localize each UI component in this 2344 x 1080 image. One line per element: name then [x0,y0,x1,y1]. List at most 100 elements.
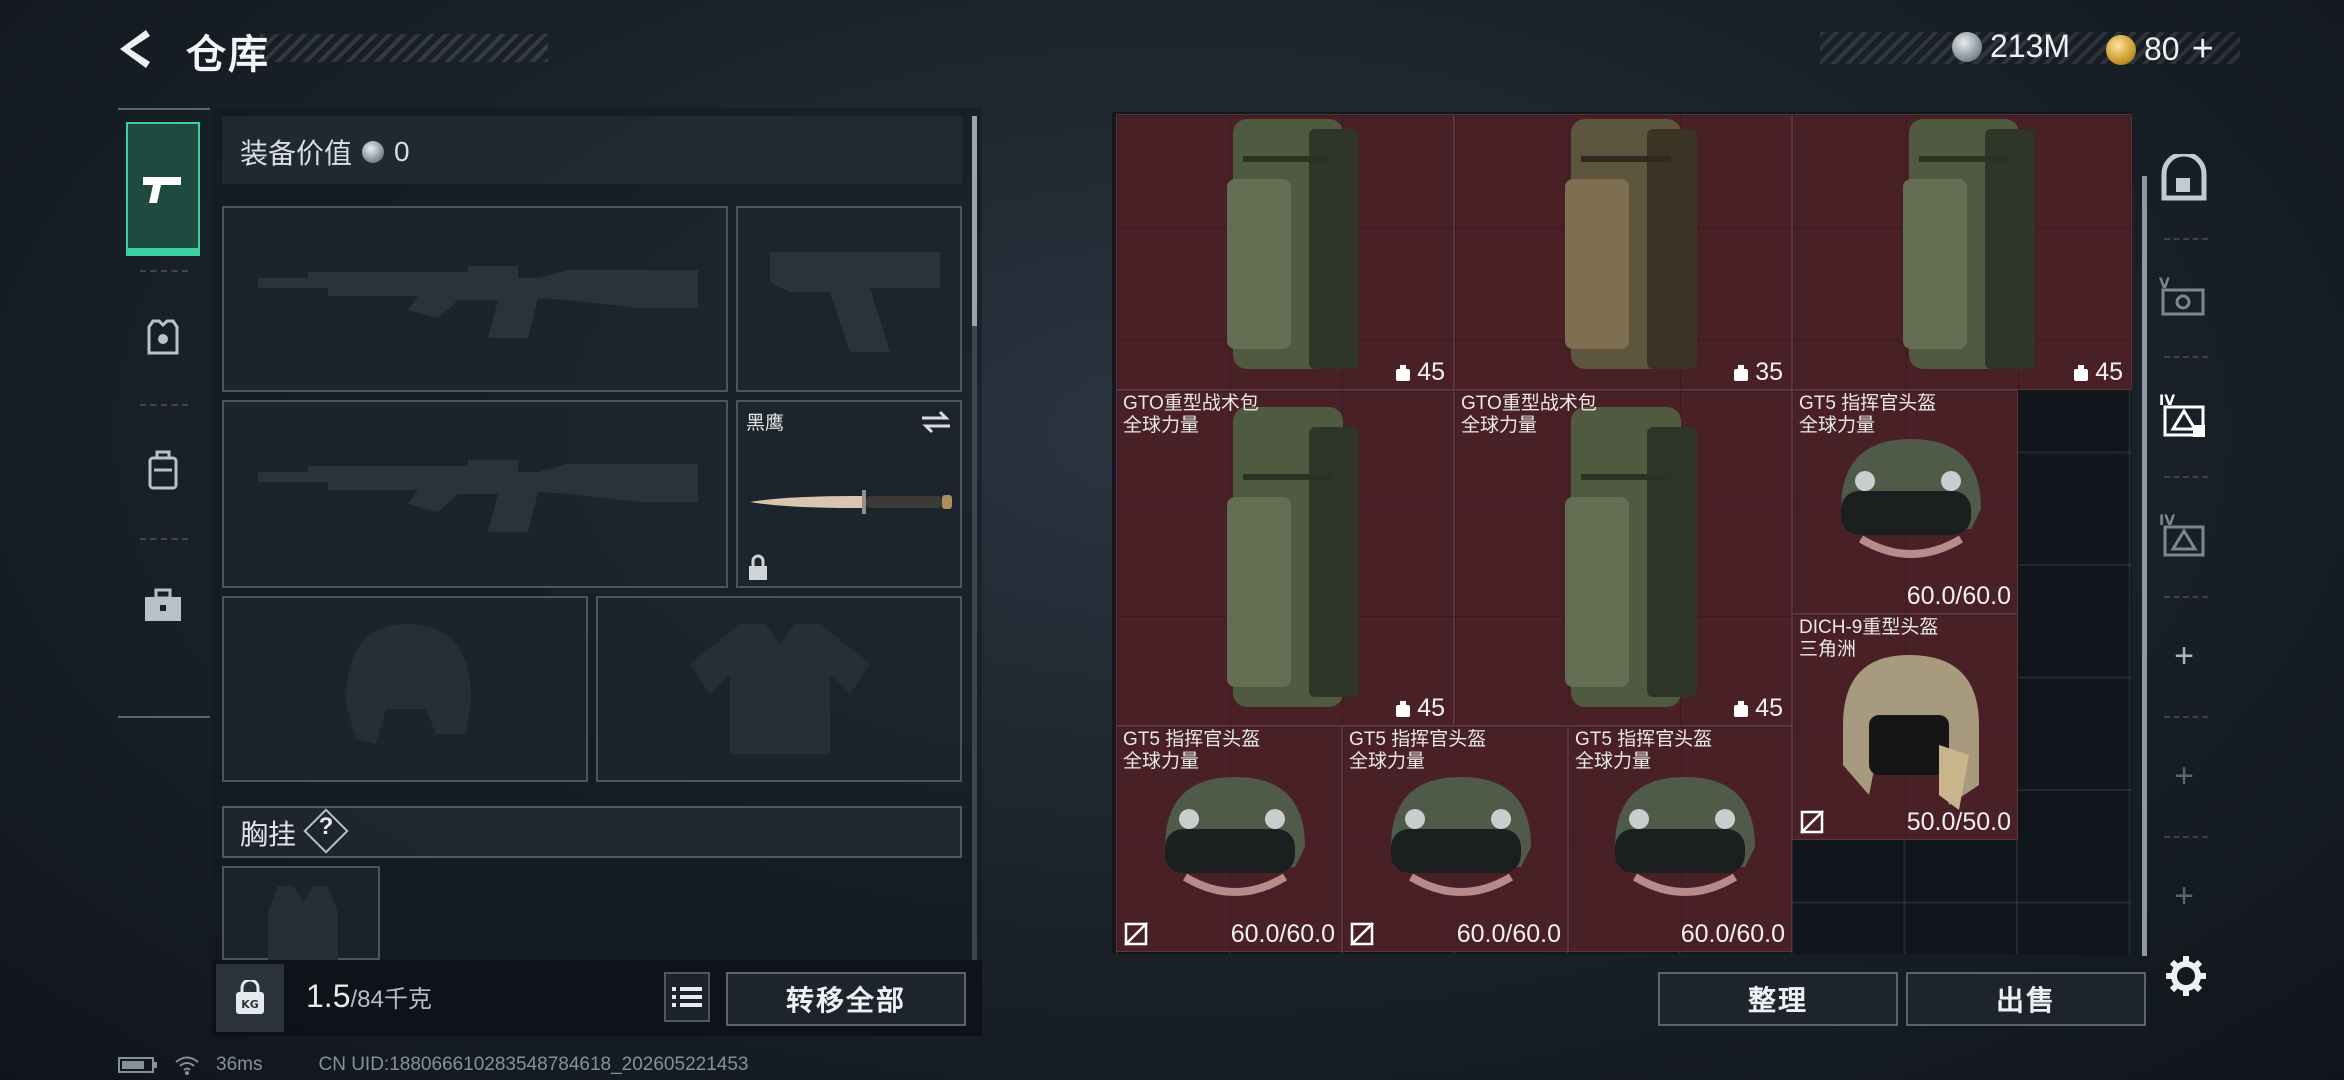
page-title: 仓库 [186,33,270,77]
helmet-image [1615,777,1755,896]
backpack-image [1227,407,1359,707]
capacity-label: 45 [1393,358,1445,387]
storage-iv-icon: IV [2159,393,2205,437]
item-name: GT5 指挥官头盔 全球力量 [1799,393,1937,436]
tool-safe-box[interactable] [2158,152,2210,204]
capacity-icon [1734,700,1749,717]
capacity-label: 35 [1731,358,1783,387]
helmet-image [1843,655,1979,810]
currency-silver: 213M [1952,28,2070,65]
add-storage-button-locked-2[interactable]: + [2158,870,2210,922]
storage-item-helmet-5[interactable]: GT5 指挥官头盔 全球力量 60.0/60.0 [1568,726,1792,952]
storage-item-backpack-1[interactable]: 45 [1116,114,1454,390]
item-name: GTO重型战术包 全球力量 [1123,393,1259,436]
storage-scrollbar[interactable] [2142,176,2147,956]
equipment-value: 装备价值 0 [240,132,410,172]
equipment-value-amount: 0 [394,136,410,167]
rifle-silhouette-icon [258,460,698,532]
tab-supplies[interactable] [126,538,200,672]
durability-label: 60.0/60.0 [1680,920,1785,948]
durability-label: 60.0/60.0 [1456,920,1561,948]
armor-vest-icon [147,319,179,355]
backpack-image [1903,119,2035,369]
storage-item-helmet-3[interactable]: GT5 指挥官头盔 全球力量 60.0/60.0 [1116,726,1342,952]
capacity-icon [1396,364,1411,381]
back-arrow-icon [120,30,150,68]
tool-storage-iv-active[interactable]: IV [2158,390,2210,442]
swap-icon[interactable] [918,410,954,434]
durability-label: 60.0/60.0 [1230,920,1335,948]
list-view-button[interactable] [664,972,710,1022]
item-name: GT5 指挥官头盔 全球力量 [1349,729,1487,772]
organize-button[interactable]: 整理 [1658,972,1898,1026]
transfer-all-button[interactable]: 转移全部 [726,972,966,1026]
primary-weapon-slot[interactable] [222,206,728,392]
tab-armor[interactable] [126,270,200,404]
storage-item-backpack-5[interactable]: GTO重型战术包 全球力量 45 [1454,390,1792,726]
knife-name: 黑鹰 [746,413,785,434]
back-button[interactable] [112,24,162,74]
category-tabs [118,108,210,718]
equipment-value-label: 装备价值 [240,138,353,169]
storage-item-helmet-4[interactable]: GT5 指挥官头盔 全球力量 60.0/60.0 [1342,726,1568,952]
equipment-scroll-thumb[interactable] [972,116,977,326]
capacity-icon [1734,364,1749,381]
storage-item-backpack-3[interactable]: 45 [1792,114,2132,390]
item-name: GT5 指挥官头盔 全球力量 [1575,729,1713,772]
silver-coin-icon [1952,31,1982,62]
helmet-image [1391,777,1531,896]
helmet-slot[interactable] [222,596,588,782]
storage-item-helmet-1[interactable]: GT5 指挥官头盔 全球力量 60.0/60.0 [1792,390,2018,614]
durability-label: 50.0/50.0 [1906,808,2011,836]
no-insurance-icon [1124,922,1148,946]
title-stripe [260,34,548,62]
item-name: GT5 指挥官头盔 全球力量 [1123,729,1261,772]
storage-item-helmet-2[interactable]: DICH-9重型头盔 三角洲 50.0/50.0 [1792,614,2018,840]
rifle-silhouette-icon [258,266,698,338]
item-name: DICH-9重型头盔 三角洲 [1799,617,1939,660]
tool-storage-v[interactable]: V [2158,270,2210,322]
sell-button[interactable]: 出售 [1906,972,2146,1026]
storage-item-backpack-4[interactable]: GTO重型战术包 全球力量 45 [1116,390,1454,726]
ping-value: 36ms [216,1054,263,1075]
tab-weapons[interactable] [126,122,200,256]
status-bar: 36ms CN UID:18806661028354878461​8_20260… [118,1054,748,1076]
sidearm-slot[interactable] [736,206,962,392]
weight-max: /84千克 [350,986,432,1013]
add-storage-button[interactable]: + [2158,630,2210,682]
pistol-icon [143,177,181,203]
item-name: GTO重型战术包 全球力量 [1461,393,1597,436]
add-currency-icon[interactable]: + [2192,28,2214,71]
settings-button[interactable] [2160,950,2212,1002]
no-insurance-icon [1800,810,1824,834]
tab-backpack[interactable] [126,404,200,538]
backpack-image [1565,407,1697,707]
gold-amount: 80 [2144,31,2180,67]
helmet-silhouette-icon [346,624,471,744]
capacity-icon [1396,700,1411,717]
add-storage-button-locked[interactable]: + [2158,750,2210,802]
weight-current: 1.5 [306,978,351,1014]
list-icon [672,987,702,1007]
weight-icon: KG [236,980,264,1014]
wifi-icon [175,1056,199,1075]
tool-storage-iv[interactable]: IV [2158,510,2210,562]
currency-gold[interactable]: 80 + [2106,28,2214,71]
capacity-icon [2074,364,2089,381]
chest-rig-slot[interactable] [222,866,380,962]
helmet-image [1165,777,1305,896]
capacity-label: 45 [2071,358,2123,387]
storage-v-icon: V [2159,276,2205,316]
secondary-weapon-slot[interactable] [222,400,728,588]
capacity-label: 45 [1731,694,1783,723]
lock-icon [749,554,767,580]
chest-rig-silhouette-icon [268,886,338,962]
storage-item-backpack-2[interactable]: 35 [1454,114,1792,390]
backpack-image [1565,119,1697,369]
chest-rig-label: 胸挂 [240,819,297,850]
armor-slot[interactable] [596,596,962,782]
uid-text: CN UID:18806661028354878461​8_2026052214… [318,1054,749,1075]
weight-lock-button[interactable]: KG [216,964,284,1032]
vest-silhouette-icon [690,624,870,754]
weight-readout: 1.5/84千克 [306,978,432,1015]
